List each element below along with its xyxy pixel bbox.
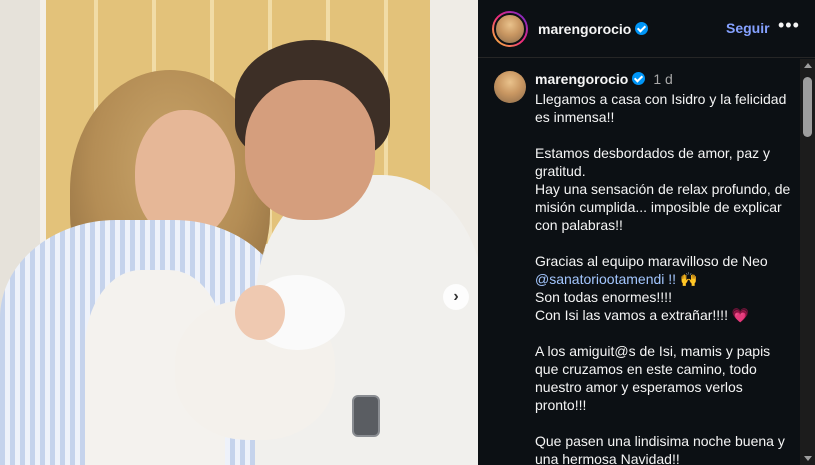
- caption-header: marengorocio 1 d: [535, 71, 673, 87]
- follow-button[interactable]: Seguir: [726, 20, 770, 36]
- post-photo: [0, 0, 478, 465]
- scroll-down-arrow-icon[interactable]: [804, 456, 812, 461]
- header-avatar[interactable]: [492, 10, 528, 47]
- caption-scrollbar[interactable]: [800, 59, 815, 465]
- caption-line: Gracias al equipo maravilloso de Neo: [535, 253, 768, 269]
- chevron-right-icon: ›: [453, 288, 459, 305]
- caption-timestamp[interactable]: 1 d: [653, 71, 672, 87]
- mention-link[interactable]: @sanatoriootamendi !! 🙌: [535, 270, 793, 288]
- header-username[interactable]: marengorocio: [538, 21, 649, 37]
- scroll-up-arrow-icon[interactable]: [804, 63, 812, 68]
- caption-line: A los amiguit@s de Isi, mamis y papis qu…: [535, 343, 771, 413]
- caption-line: Que pasen una lindisima noche buena y un…: [535, 433, 785, 465]
- photo-watch: [352, 395, 380, 437]
- caption-text: Llegamos a casa con Isidro y la felicida…: [535, 90, 793, 465]
- more-options-icon[interactable]: •••: [778, 15, 800, 36]
- caption-line: Son todas enormes!!!!: [535, 289, 672, 305]
- post-header: marengorocio Seguir •••: [478, 0, 815, 58]
- photo-man-face: [245, 80, 375, 220]
- verified-badge-icon: [635, 21, 649, 35]
- header-username-text[interactable]: marengorocio: [538, 21, 631, 37]
- caption-line: Llegamos a casa con Isidro y la felicida…: [535, 91, 787, 125]
- caption-line: [535, 414, 793, 432]
- caption-avatar[interactable]: [494, 71, 526, 103]
- caption-area: marengorocio 1 d Llegamos a casa con Isid…: [478, 59, 800, 465]
- caption-line: [535, 234, 793, 252]
- post-side-panel: marengorocio Seguir ••• marengorocio 1 d …: [478, 0, 815, 465]
- photo-baby-face: [235, 285, 285, 340]
- caption-line: Hay una sensación de relax profundo, de …: [535, 181, 791, 233]
- caption-username[interactable]: marengorocio: [535, 71, 628, 87]
- caption-line: [535, 126, 793, 144]
- next-photo-button[interactable]: ›: [443, 284, 469, 310]
- caption-line: Con Isi las vamos a extrañar!!!! 💗: [535, 307, 750, 323]
- caption-line: Estamos desbordados de amor, paz y grati…: [535, 145, 771, 179]
- verified-badge-icon: [632, 72, 646, 85]
- caption-line: [535, 324, 793, 342]
- scrollbar-thumb[interactable]: [803, 77, 812, 137]
